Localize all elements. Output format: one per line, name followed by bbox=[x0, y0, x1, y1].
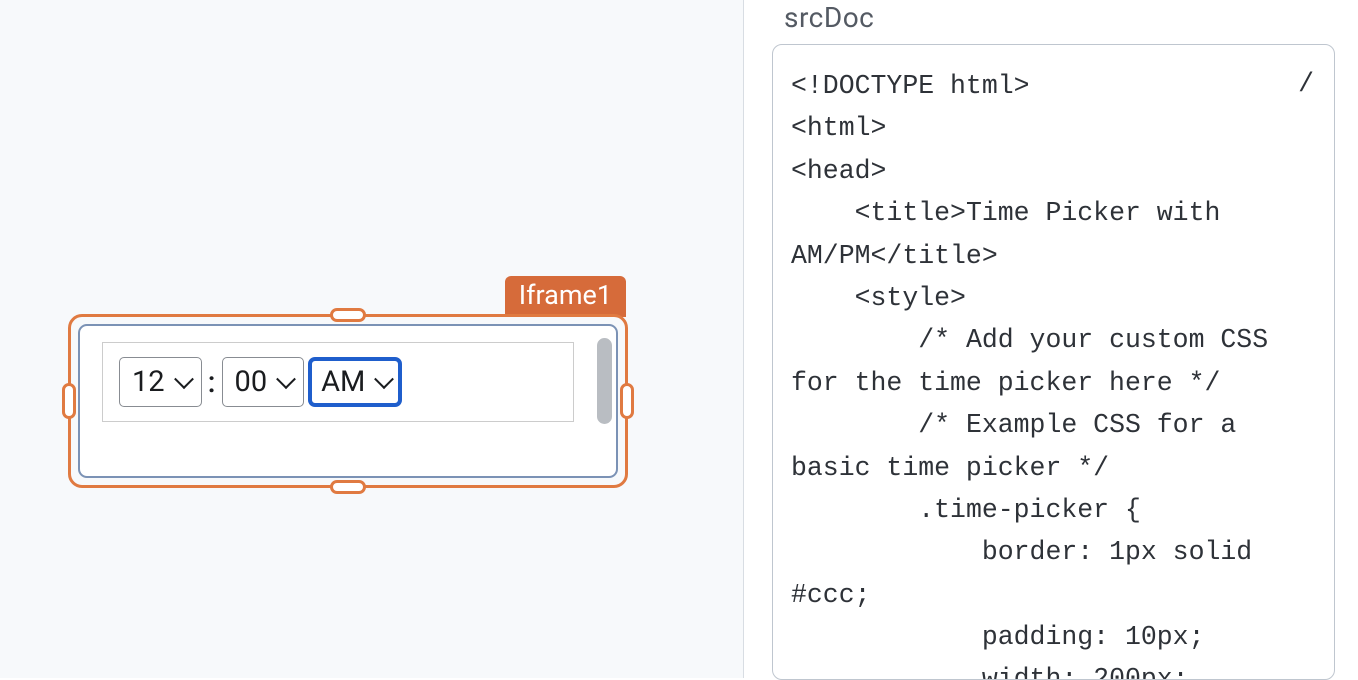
resize-handle-bottom[interactable] bbox=[330, 480, 366, 494]
element-label-tag[interactable]: Iframe1 bbox=[505, 276, 626, 317]
design-canvas[interactable]: Iframe1 12 : 00 AM bbox=[0, 0, 744, 678]
hour-select[interactable]: 12 bbox=[119, 357, 202, 407]
srcdoc-code-input[interactable]: / <!DOCTYPE html> <html> <head> <title>Ti… bbox=[772, 44, 1335, 680]
resize-handle-right[interactable] bbox=[620, 383, 634, 419]
resize-handle-top[interactable] bbox=[330, 308, 366, 322]
time-picker-widget: 12 : 00 AM bbox=[102, 342, 574, 422]
time-colon: : bbox=[206, 365, 218, 400]
property-field-label: srcDoc bbox=[744, 1, 1358, 44]
ampm-select[interactable]: AM bbox=[308, 357, 402, 407]
iframe-viewport: 12 : 00 AM bbox=[78, 324, 618, 478]
resize-handle-left[interactable] bbox=[62, 383, 76, 419]
properties-panel: srcDoc / <!DOCTYPE html> <html> <head> <t… bbox=[744, 0, 1358, 678]
hour-select-wrap: 12 bbox=[119, 357, 202, 407]
minute-select[interactable]: 00 bbox=[222, 357, 305, 407]
slash-indicator: / bbox=[1298, 63, 1314, 105]
iframe-element-selection[interactable]: Iframe1 12 : 00 AM bbox=[70, 316, 626, 486]
ampm-select-wrap: AM bbox=[308, 357, 402, 407]
code-text: <!DOCTYPE html> <html> <head> <title>Tim… bbox=[791, 71, 1284, 680]
minute-select-wrap: 00 bbox=[222, 357, 305, 407]
